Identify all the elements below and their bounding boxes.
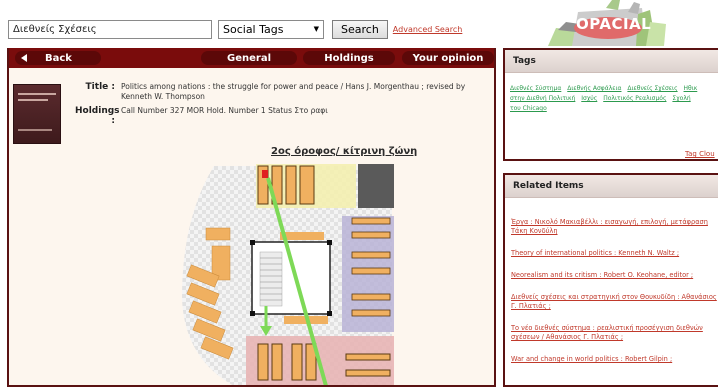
tags-heading: Tags	[505, 50, 718, 73]
tag-link[interactable]: Διεθνές Σύστημα	[510, 85, 561, 92]
tag-link[interactable]: του Chicago	[510, 105, 547, 112]
tag-link[interactable]: Ισχύς	[581, 95, 597, 102]
related-item[interactable]: Neorealism and its critism : Robert O. K…	[511, 271, 717, 280]
tag-link[interactable]: Διεθνείς Σχέσεις	[627, 85, 677, 92]
tag-link[interactable]: στην Διεθνή Πολιτική	[510, 95, 575, 102]
location-marker	[262, 170, 268, 178]
tab-your-opinion[interactable]: Your opinion	[402, 51, 494, 65]
tag-link[interactable]: Πολιτικός Ρεαλισμός	[603, 95, 666, 102]
related-heading: Related Items	[505, 175, 718, 198]
logo-text: OPACIAL	[576, 15, 652, 33]
floor-plan-map	[182, 164, 394, 385]
floor-map-title: 2ος όροφος/ κίτρινη ζώνη	[271, 146, 418, 157]
tag-link[interactable]: Σχολή	[672, 95, 690, 102]
related-item[interactable]: War and change in world politics : Rober…	[511, 355, 717, 364]
related-item[interactable]: Διεθνείς σχέσεις και στρατηγική στον Θου…	[511, 293, 717, 311]
tag-link[interactable]: Ηθικ	[684, 85, 698, 92]
search-field-select[interactable]: Social Tags ▼	[218, 19, 324, 39]
related-item[interactable]: Έργα : Νικολό Μακιαβέλλι : εισαγωγή, επι…	[511, 218, 717, 236]
holdings-value: Call Number 327 MOR Hold. Number 1 Statu…	[121, 106, 328, 115]
opacial-logo: OPACIAL	[546, 0, 668, 47]
nav-bar: Back General Holdings Your opinion	[9, 48, 494, 68]
tags-panel: Tags Διεθνές Σύστημα Διεθνής Ασφάλεια Δι…	[503, 48, 718, 161]
related-list: Έργα : Νικολό Μακιαβέλλι : εισαγωγή, επι…	[505, 218, 718, 364]
related-item[interactable]: Theory of international politics : Kenne…	[511, 249, 717, 258]
back-arrow-icon	[21, 54, 27, 62]
tab-general[interactable]: General	[201, 51, 297, 65]
search-field-selected: Social Tags	[223, 22, 284, 36]
search-button[interactable]: Search	[332, 19, 388, 39]
search-bar: Social Tags ▼ Search Advanced Search	[8, 19, 462, 39]
record-details: Title : Politics among nations : the str…	[75, 82, 489, 130]
holdings-label: Holdings :	[75, 106, 120, 126]
holdings-row: Holdings : Call Number 327 MOR Hold. Num…	[75, 106, 489, 126]
advanced-search-link[interactable]: Advanced Search	[393, 25, 463, 34]
title-row: Title : Politics among nations : the str…	[75, 82, 489, 102]
dark-zone	[358, 164, 394, 208]
tags-list: Διεθνές Σύστημα Διεθνής Ασφάλεια Διεθνεί…	[505, 73, 718, 114]
tag-cloud-link[interactable]: Tag Clou	[685, 150, 715, 158]
page: Social Tags ▼ Search Advanced Search OPA…	[0, 0, 718, 387]
search-input[interactable]	[8, 19, 212, 39]
title-label: Title :	[85, 82, 115, 92]
back-button[interactable]: Back	[15, 51, 101, 65]
back-label: Back	[45, 52, 72, 64]
related-items-panel: Related Items Έργα : Νικολό Μακιαβέλλι :…	[503, 173, 718, 387]
chevron-down-icon: ▼	[313, 25, 319, 33]
tab-holdings[interactable]: Holdings	[303, 51, 395, 65]
tag-link[interactable]: Διεθνής Ασφάλεια	[567, 85, 621, 92]
main-panel: Back General Holdings Your opinion Title…	[7, 48, 496, 387]
book-cover-image	[13, 84, 61, 144]
related-item[interactable]: Το νέο διεθνές σύστημα : ρεαλιστική προσ…	[511, 324, 717, 342]
title-value: Politics among nations : the struggle fo…	[121, 82, 466, 101]
